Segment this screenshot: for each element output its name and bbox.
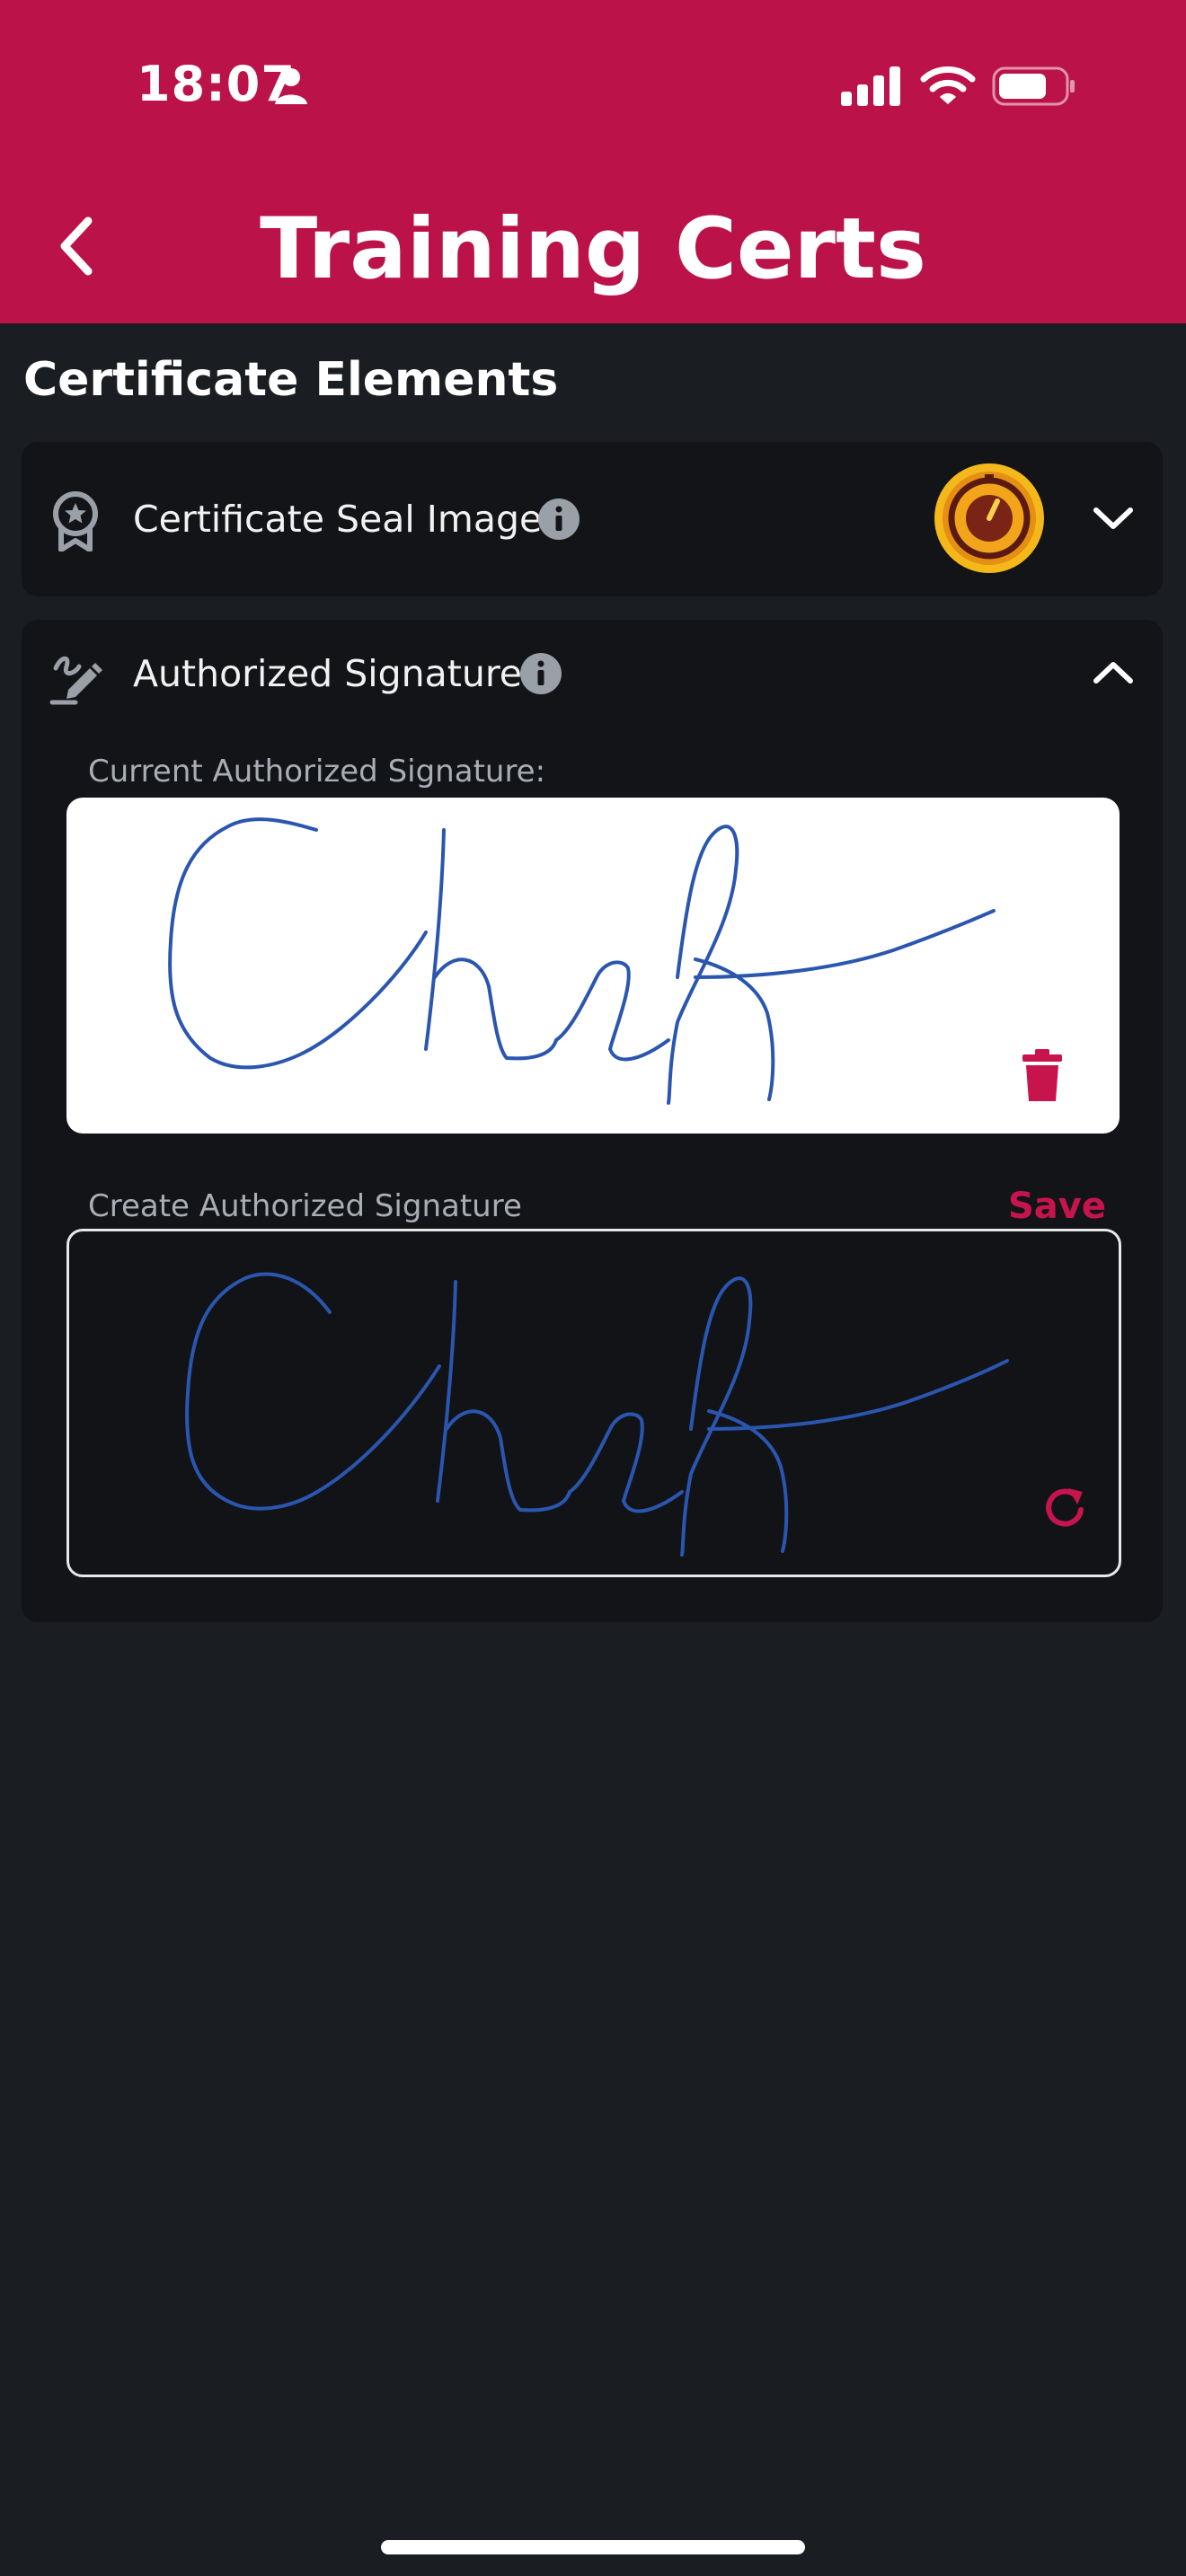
person-icon [275,68,307,104]
seal-image-row[interactable]: Certificate Seal Image [22,442,1163,596]
award-badge-icon [53,491,98,551]
reset-signature-button[interactable] [1041,1483,1092,1533]
authorized-signature-panel: Authorized Signature Current Authorized … [22,620,1163,1622]
home-indicator [381,2540,805,2554]
page-title: Training Certs [260,200,926,298]
create-signature-label: Create Authorized Signature [88,1188,522,1224]
seal-thumbnail[interactable] [933,462,1046,575]
save-signature-button[interactable]: Save [1008,1182,1106,1231]
signature-strokes [168,817,996,1105]
signature-pen-icon [49,656,102,705]
info-icon[interactable] [537,498,580,541]
drawn-signature-strokes [185,1272,1009,1557]
battery-icon [992,66,1075,106]
chevron-up-icon[interactable] [1091,654,1136,690]
current-signature-image [66,798,1120,1134]
authorized-signature-label: Authorized Signature [133,652,523,695]
current-signature-label: Current Authorized Signature: [88,754,546,790]
status-time: 18:07 [137,56,296,112]
cellular-signal-icon [841,66,900,106]
wifi-icon [920,66,976,104]
seal-image-label: Certificate Seal Image [133,498,543,541]
info-icon[interactable] [519,652,562,695]
section-title: Certificate Elements [23,353,559,407]
delete-signature-button[interactable] [1021,1049,1064,1103]
app-header: 18:07 Training Certs [0,0,1186,323]
signature-drawing-canvas[interactable] [66,1229,1121,1577]
chevron-down-icon[interactable] [1091,501,1136,537]
